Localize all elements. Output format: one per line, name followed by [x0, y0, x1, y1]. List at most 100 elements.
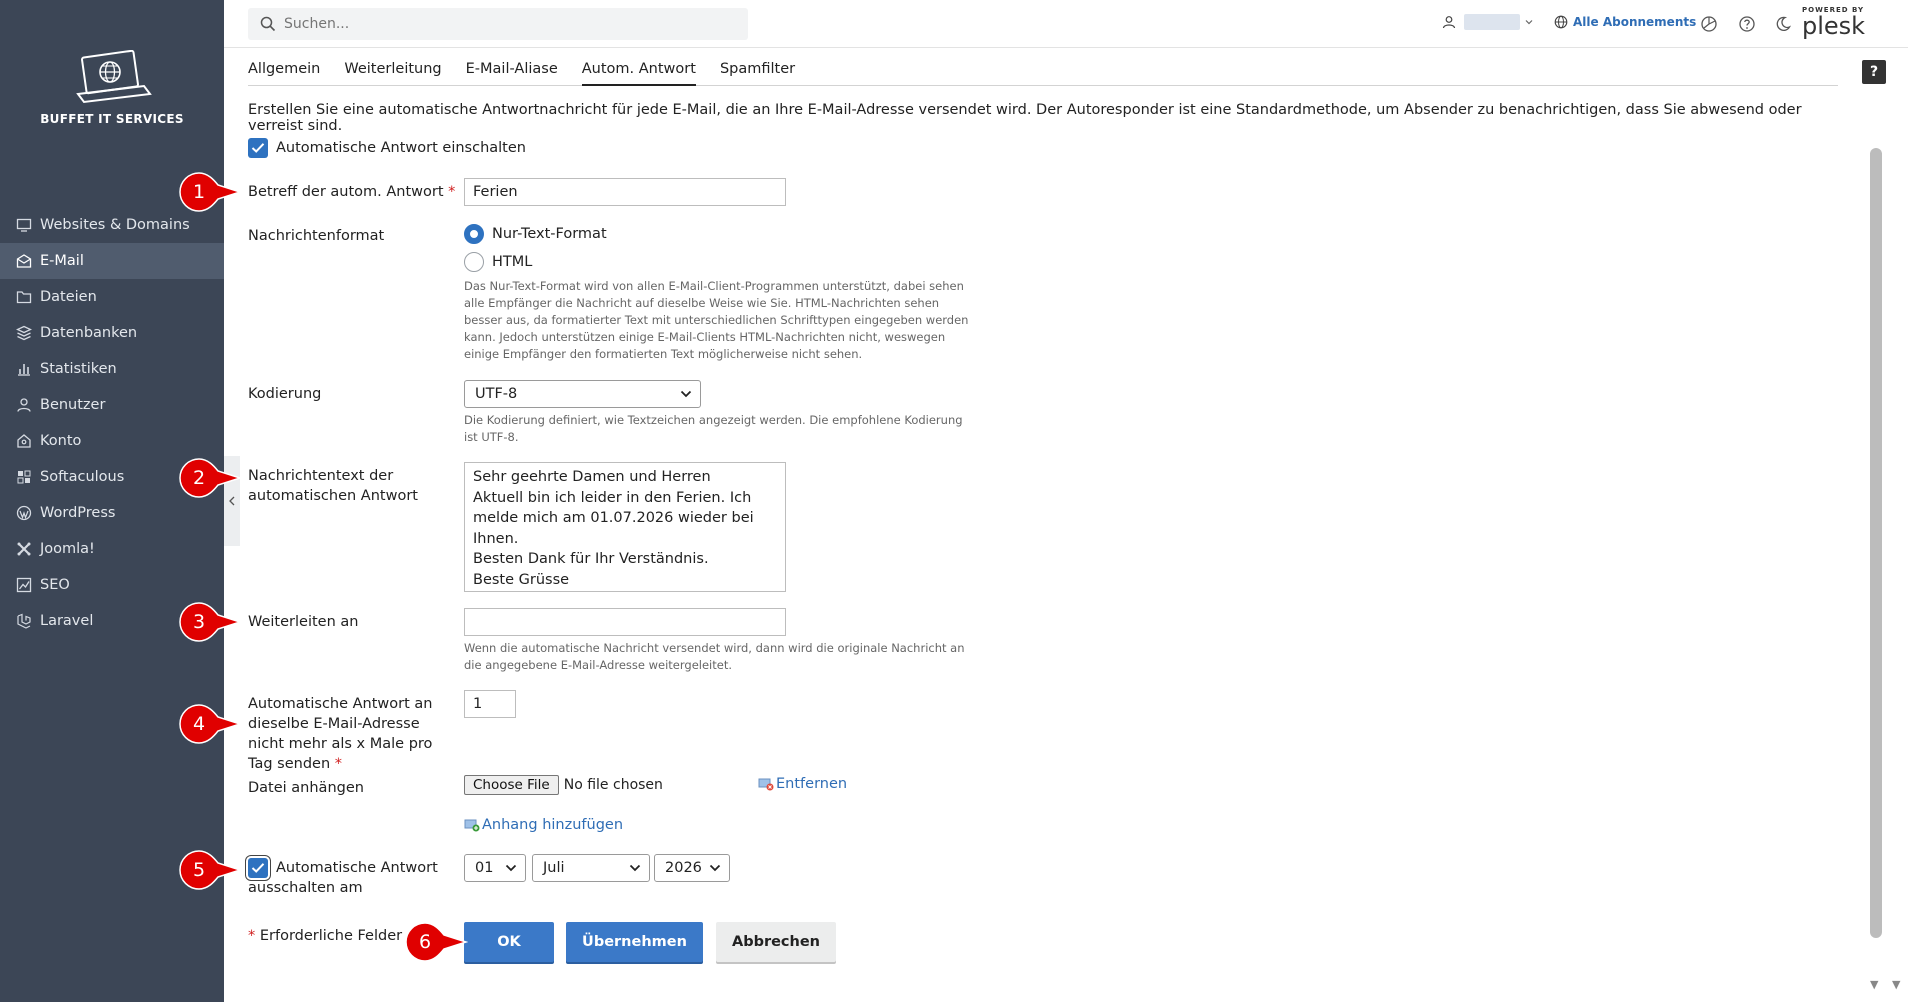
limit-label: Automatische Antwort an dieselbe E-Mail-…	[248, 694, 448, 774]
annotation-marker-1: 1	[178, 172, 242, 212]
required-mark: *	[248, 928, 256, 944]
format-option-text[interactable]: Nur-Text-Format	[464, 224, 607, 244]
choose-file-button[interactable]: Choose File	[464, 775, 559, 795]
forward-input[interactable]	[464, 608, 786, 636]
sidebar-item-label: Benutzer	[40, 397, 106, 413]
sidebar-item-label: Laravel	[40, 613, 94, 629]
sidebar-item-label: Statistiken	[40, 361, 117, 377]
required-mark: *	[448, 184, 456, 200]
sidebar-item-joomla[interactable]: Joomla!	[0, 531, 224, 567]
disable-year-value: 2026	[665, 860, 702, 876]
file-picker[interactable]: Choose File No file chosen	[464, 775, 663, 795]
user-menu[interactable]	[1442, 14, 1534, 30]
scroll-down-arrow-icon-secondary[interactable]: ▼	[1892, 978, 1900, 991]
search-box[interactable]	[248, 8, 748, 40]
mail-icon	[16, 253, 32, 269]
attach-label: Datei anhängen	[248, 780, 364, 796]
sidebar-item-seo[interactable]: SEO	[0, 567, 224, 603]
disable-year-select[interactable]: 2026	[654, 854, 730, 882]
sidebar-item-label: Softaculous	[40, 469, 125, 485]
forward-hint: Wenn die automatische Nachricht versende…	[464, 641, 965, 672]
tab-email-aliase[interactable]: E-Mail-Aliase	[466, 56, 558, 86]
add-attachment-link[interactable]: Anhang hinzufügen	[464, 817, 623, 833]
account-icon	[16, 433, 32, 449]
sidebar-item-label: Konto	[40, 433, 82, 449]
monitor-icon	[16, 217, 32, 233]
cancel-button[interactable]: Abbrechen	[716, 922, 836, 962]
tab-allgemein[interactable]: Allgemein	[248, 56, 320, 86]
apply-button[interactable]: Übernehmen	[566, 922, 703, 962]
annotation-number: 3	[192, 611, 206, 633]
help-circle-icon[interactable]	[1738, 15, 1756, 33]
chevron-down-icon	[709, 864, 721, 872]
user-icon	[16, 397, 32, 413]
limit-input[interactable]	[464, 690, 516, 718]
tab-spamfilter[interactable]: Spamfilter	[720, 56, 795, 86]
folder-icon	[16, 289, 32, 305]
chevron-down-icon	[629, 864, 641, 872]
sidebar-item-konto[interactable]: Konto	[0, 423, 224, 459]
disable-day-select[interactable]: 01	[464, 854, 526, 882]
subject-input[interactable]	[464, 178, 786, 206]
user-icon	[1442, 16, 1456, 29]
subscriptions-label: Alle Abonnements	[1573, 15, 1697, 29]
sidebar-item-dateien[interactable]: Dateien	[0, 279, 224, 315]
format-label: Nachrichtenformat	[248, 228, 385, 244]
annotation-marker-3: 3	[178, 602, 242, 642]
annotation-marker-5: 5	[178, 850, 242, 890]
no-file-label: No file chosen	[563, 777, 663, 793]
sidebar-item-wordpress[interactable]: WordPress	[0, 495, 224, 531]
wordpress-icon	[16, 505, 32, 521]
sidebar-item-email[interactable]: E-Mail	[0, 243, 224, 279]
tab-bar: Allgemein Weiterleitung E-Mail-Aliase Au…	[248, 56, 1838, 86]
sidebar-item-benutzer[interactable]: Benutzer	[0, 387, 224, 423]
required-mark: *	[334, 756, 342, 772]
subscriptions-link[interactable]: Alle Abonnements	[1554, 15, 1696, 29]
tab-autom-antwort[interactable]: Autom. Antwort	[581, 56, 696, 86]
annotation-number: 5	[192, 859, 206, 881]
remove-attachment-link[interactable]: Entfernen	[758, 776, 847, 792]
enable-autoreply-checkbox[interactable]	[248, 138, 268, 158]
disable-month-select[interactable]: Juli	[532, 854, 650, 882]
scrollbar[interactable]: ▼	[1866, 48, 1886, 1002]
encoding-select[interactable]: UTF-8	[464, 380, 701, 408]
sidebar-item-websites-domains[interactable]: Websites & Domains	[0, 207, 224, 243]
sidebar-item-statistiken[interactable]: Statistiken	[0, 351, 224, 387]
disable-month-value: Juli	[543, 860, 565, 876]
annotation-marker-6: 6	[404, 922, 468, 962]
format-radio-text[interactable]	[464, 224, 484, 244]
sidebar-nav: Websites & Domains E-Mail Dateien Datenb…	[0, 207, 224, 639]
remove-attachment-icon	[758, 778, 774, 791]
sidebar-item-label: Websites & Domains	[40, 217, 190, 233]
chevron-down-icon	[1525, 20, 1533, 25]
laravel-icon	[16, 613, 32, 629]
tab-weiterleitung[interactable]: Weiterleitung	[344, 56, 441, 86]
checkmark-icon	[251, 143, 265, 153]
encoding-label: Kodierung	[248, 386, 322, 402]
bar-chart-icon	[16, 361, 32, 377]
sidebar-item-label: E-Mail	[40, 253, 84, 269]
sidebar-item-label: SEO	[40, 577, 70, 593]
sidebar-item-datenbanken[interactable]: Datenbanken	[0, 315, 224, 351]
sidebar-item-label: Joomla!	[40, 541, 95, 557]
sticker-icon[interactable]	[1700, 15, 1718, 33]
forward-label: Weiterleiten an	[248, 614, 359, 630]
search-input[interactable]	[284, 16, 724, 32]
scrollbar-thumb[interactable]	[1870, 148, 1882, 938]
ok-button[interactable]: OK	[464, 922, 554, 962]
disable-autoreply-label: Automatische Antwort ausschalten am	[248, 860, 438, 896]
message-label: Nachrichtentext der automatischen Antwor…	[248, 468, 418, 504]
annotation-number: 6	[418, 931, 432, 953]
scroll-down-arrow-icon[interactable]: ▼	[1870, 978, 1878, 991]
disable-day-value: 01	[475, 860, 494, 876]
brand-logo[interactable]: BUFFET IT SERVICES	[0, 50, 224, 140]
subject-label-text: Betreff der autom. Antwort	[248, 184, 444, 200]
enable-autoreply-row: Automatische Antwort einschalten	[248, 138, 526, 158]
message-textarea[interactable]: Sehr geehrte Damen und Herren Aktuell bi…	[464, 462, 786, 592]
format-radio-html[interactable]	[464, 252, 484, 272]
moon-icon[interactable]	[1774, 15, 1792, 33]
format-option-html[interactable]: HTML	[464, 252, 532, 272]
intro-text: Erstellen Sie eine automatische Antwortn…	[248, 102, 1802, 134]
laptop-globe-icon	[76, 50, 152, 104]
annotation-marker-2: 2	[178, 458, 242, 498]
